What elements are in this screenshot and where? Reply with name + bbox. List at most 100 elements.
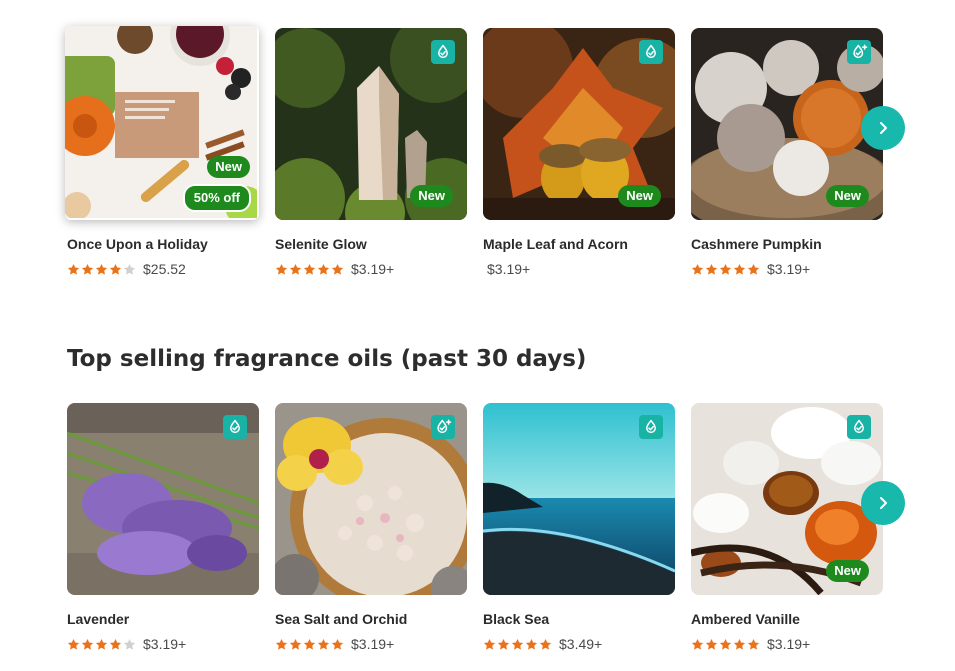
- star-filled-icon: [81, 263, 94, 276]
- star-rating: [691, 638, 761, 651]
- product-card[interactable]: Black Sea $3.49+: [483, 403, 675, 653]
- star-filled-icon: [497, 638, 510, 651]
- carousel-next-button[interactable]: [861, 106, 905, 150]
- product-name[interactable]: Black Sea: [483, 611, 675, 627]
- star-filled-icon: [95, 263, 108, 276]
- drop-check-icon[interactable]: [639, 40, 663, 64]
- star-filled-icon: [303, 638, 316, 651]
- new-badge: New: [618, 185, 661, 207]
- product-meta: $3.19+: [275, 260, 467, 278]
- chevron-right-icon: [880, 122, 887, 134]
- product-carousel-top-selling: Lavender $3.19+ Sea Salt and Orchid $3.1…: [67, 403, 907, 663]
- star-filled-icon: [705, 638, 718, 651]
- product-price: $3.19+: [487, 261, 531, 277]
- product-meta: $3.19+: [691, 635, 883, 653]
- drop-check-icon[interactable]: [223, 415, 247, 439]
- product-card[interactable]: Lavender $3.19+: [67, 403, 259, 653]
- star-rating: [483, 638, 553, 651]
- star-filled-icon: [733, 638, 746, 651]
- star-empty-icon: [123, 638, 136, 651]
- product-card[interactable]: New Cashmere Pumpkin $3.19+: [691, 28, 883, 278]
- product-price: $25.52: [143, 261, 186, 277]
- product-name[interactable]: Sea Salt and Orchid: [275, 611, 467, 627]
- product-meta: $3.19+: [483, 260, 675, 278]
- discount-badge: 50% off: [182, 184, 251, 212]
- product-price: $3.19+: [767, 261, 811, 277]
- product-name[interactable]: Selenite Glow: [275, 236, 467, 252]
- star-filled-icon: [719, 638, 732, 651]
- chevron-right-icon: [880, 497, 887, 509]
- drop-check-icon[interactable]: [639, 415, 663, 439]
- star-empty-icon: [123, 263, 136, 276]
- star-rating: [67, 263, 137, 276]
- star-filled-icon: [67, 263, 80, 276]
- product-name[interactable]: Once Upon a Holiday: [67, 236, 259, 252]
- product-card[interactable]: New 50% off Once Upon a Holiday $25.52: [65, 26, 259, 278]
- product-image[interactable]: New 50% off: [65, 26, 259, 220]
- star-filled-icon: [331, 263, 344, 276]
- section-title: Top selling fragrance oils (past 30 days…: [67, 346, 587, 372]
- product-card[interactable]: New Selenite Glow $3.19+: [275, 28, 467, 278]
- product-name[interactable]: Lavender: [67, 611, 259, 627]
- star-rating: [67, 638, 137, 651]
- product-meta: $25.52: [67, 260, 259, 278]
- drop-check-icon[interactable]: [431, 40, 455, 64]
- star-rating: [691, 263, 761, 276]
- product-image[interactable]: New: [483, 28, 675, 220]
- product-image[interactable]: New: [691, 28, 883, 220]
- product-price: $3.19+: [351, 636, 395, 652]
- star-filled-icon: [691, 638, 704, 651]
- star-filled-icon: [289, 263, 302, 276]
- carousel-next-button[interactable]: [861, 481, 905, 525]
- star-rating: [275, 638, 345, 651]
- star-rating: [275, 263, 345, 276]
- product-name[interactable]: Ambered Vanille: [691, 611, 883, 627]
- product-meta: $3.19+: [275, 635, 467, 653]
- drop-check-icon[interactable]: [847, 415, 871, 439]
- star-filled-icon: [81, 638, 94, 651]
- star-filled-icon: [691, 263, 704, 276]
- new-badge: New: [207, 156, 250, 178]
- product-card[interactable]: New Ambered Vanille $3.19+: [691, 403, 883, 653]
- star-filled-icon: [67, 638, 80, 651]
- product-price: $3.19+: [351, 261, 395, 277]
- drop-plus-icon[interactable]: [847, 40, 871, 64]
- star-filled-icon: [109, 263, 122, 276]
- product-image[interactable]: [67, 403, 259, 595]
- product-price: $3.19+: [143, 636, 187, 652]
- star-filled-icon: [275, 638, 288, 651]
- star-filled-icon: [331, 638, 344, 651]
- star-filled-icon: [525, 638, 538, 651]
- star-filled-icon: [733, 263, 746, 276]
- product-price: $3.49+: [559, 636, 603, 652]
- star-filled-icon: [275, 263, 288, 276]
- product-name[interactable]: Cashmere Pumpkin: [691, 236, 883, 252]
- product-meta: $3.49+: [483, 635, 675, 653]
- star-filled-icon: [719, 263, 732, 276]
- star-filled-icon: [317, 263, 330, 276]
- product-image[interactable]: [275, 403, 467, 595]
- star-filled-icon: [705, 263, 718, 276]
- star-filled-icon: [317, 638, 330, 651]
- product-carousel-new: New 50% off Once Upon a Holiday $25.52 N…: [65, 26, 907, 288]
- star-filled-icon: [109, 638, 122, 651]
- product-meta: $3.19+: [67, 635, 259, 653]
- product-price: $3.19+: [767, 636, 811, 652]
- star-filled-icon: [747, 263, 760, 276]
- product-image[interactable]: [483, 403, 675, 595]
- star-filled-icon: [95, 638, 108, 651]
- product-card[interactable]: Sea Salt and Orchid $3.19+: [275, 403, 467, 653]
- star-filled-icon: [511, 638, 524, 651]
- new-badge: New: [826, 185, 869, 207]
- product-name[interactable]: Maple Leaf and Acorn: [483, 236, 675, 252]
- new-badge: New: [826, 560, 869, 582]
- product-meta: $3.19+: [691, 260, 883, 278]
- product-image[interactable]: New: [275, 28, 467, 220]
- star-filled-icon: [747, 638, 760, 651]
- star-filled-icon: [289, 638, 302, 651]
- star-filled-icon: [303, 263, 316, 276]
- product-card[interactable]: New Maple Leaf and Acorn $3.19+: [483, 28, 675, 278]
- product-image[interactable]: New: [691, 403, 883, 595]
- star-filled-icon: [483, 638, 496, 651]
- drop-plus-icon[interactable]: [431, 415, 455, 439]
